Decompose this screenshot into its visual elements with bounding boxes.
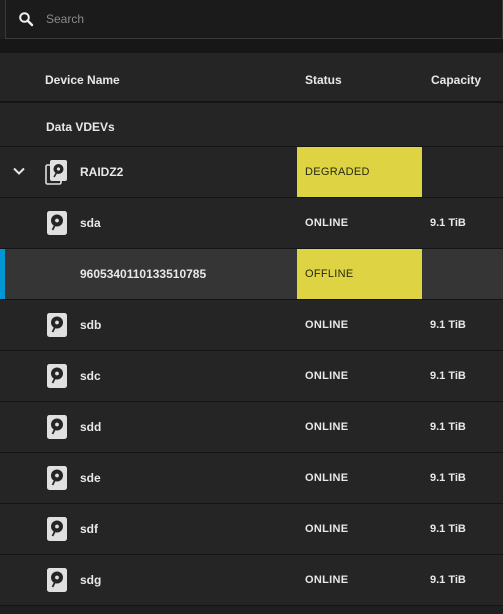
hard-disk-icon xyxy=(46,210,68,236)
status-badge: ONLINE xyxy=(305,472,349,484)
capacity-value: 9.1 TiB xyxy=(430,370,466,382)
table-row-sdc[interactable]: sdc ONLINE 9.1 TiB xyxy=(0,351,503,402)
hard-disk-icon xyxy=(46,516,68,542)
status-badge: ONLINE xyxy=(305,523,349,535)
device-name: sdg xyxy=(80,573,102,587)
capacity-value: 9.1 TiB xyxy=(430,217,466,229)
search-bar xyxy=(5,0,503,39)
table-row-sdb[interactable]: sdb ONLINE 9.1 TiB xyxy=(0,300,503,351)
chevron-down-icon[interactable] xyxy=(11,163,27,179)
device-name: sdc xyxy=(80,369,101,383)
column-header-device-name[interactable]: Device Name xyxy=(45,73,120,87)
device-name: 9605340110133510785 xyxy=(80,267,207,281)
table-row-sdd[interactable]: sdd ONLINE 9.1 TiB xyxy=(0,402,503,453)
device-name: sde xyxy=(80,471,101,485)
hard-disk-icon xyxy=(46,414,68,440)
hard-disk-icon xyxy=(46,465,68,491)
device-name: sdb xyxy=(80,318,102,332)
group-label: Data VDEVs xyxy=(46,120,115,134)
table-row-sda[interactable]: sda ONLINE 9.1 TiB xyxy=(0,198,503,249)
capacity-value: 9.1 TiB xyxy=(430,319,466,331)
status-badge: ONLINE xyxy=(305,421,349,433)
status-badge: ONLINE xyxy=(305,370,349,382)
status-badge: ONLINE xyxy=(305,217,349,229)
hard-disk-icon xyxy=(46,363,68,389)
divider xyxy=(0,39,503,53)
group-header-data-vdevs: Data VDEVs xyxy=(0,103,503,147)
search-input[interactable] xyxy=(46,0,502,38)
table-row-offline-disk[interactable]: 9605340110133510785 OFFLINE xyxy=(0,249,503,300)
status-badge: OFFLINE xyxy=(297,249,422,299)
table-header: Device Name Status Capacity xyxy=(0,53,503,103)
device-name: sda xyxy=(80,216,101,230)
hard-disk-icon xyxy=(46,312,68,338)
hard-disk-icon xyxy=(46,567,68,593)
status-badge: ONLINE xyxy=(305,574,349,586)
table-row-raidz2[interactable]: RAIDZ2 DEGRADED xyxy=(0,147,503,198)
device-name: RAIDZ2 xyxy=(80,165,124,179)
table-row-sdf[interactable]: sdf ONLINE 9.1 TiB xyxy=(0,504,503,555)
column-header-capacity[interactable]: Capacity xyxy=(431,73,481,87)
table-row-sdg[interactable]: sdg ONLINE 9.1 TiB xyxy=(0,555,503,606)
device-name: sdd xyxy=(80,420,102,434)
selection-indicator xyxy=(0,249,5,299)
capacity-value: 9.1 TiB xyxy=(430,574,466,586)
table-row-sde[interactable]: sde ONLINE 9.1 TiB xyxy=(0,453,503,504)
capacity-value: 9.1 TiB xyxy=(430,523,466,535)
status-badge: DEGRADED xyxy=(297,147,422,197)
disk-stack-icon xyxy=(45,159,69,186)
column-header-status[interactable]: Status xyxy=(305,73,342,87)
search-icon[interactable] xyxy=(6,0,46,38)
status-badge: ONLINE xyxy=(305,319,349,331)
capacity-value: 9.1 TiB xyxy=(430,472,466,484)
capacity-value: 9.1 TiB xyxy=(430,421,466,433)
device-name: sdf xyxy=(80,522,98,536)
